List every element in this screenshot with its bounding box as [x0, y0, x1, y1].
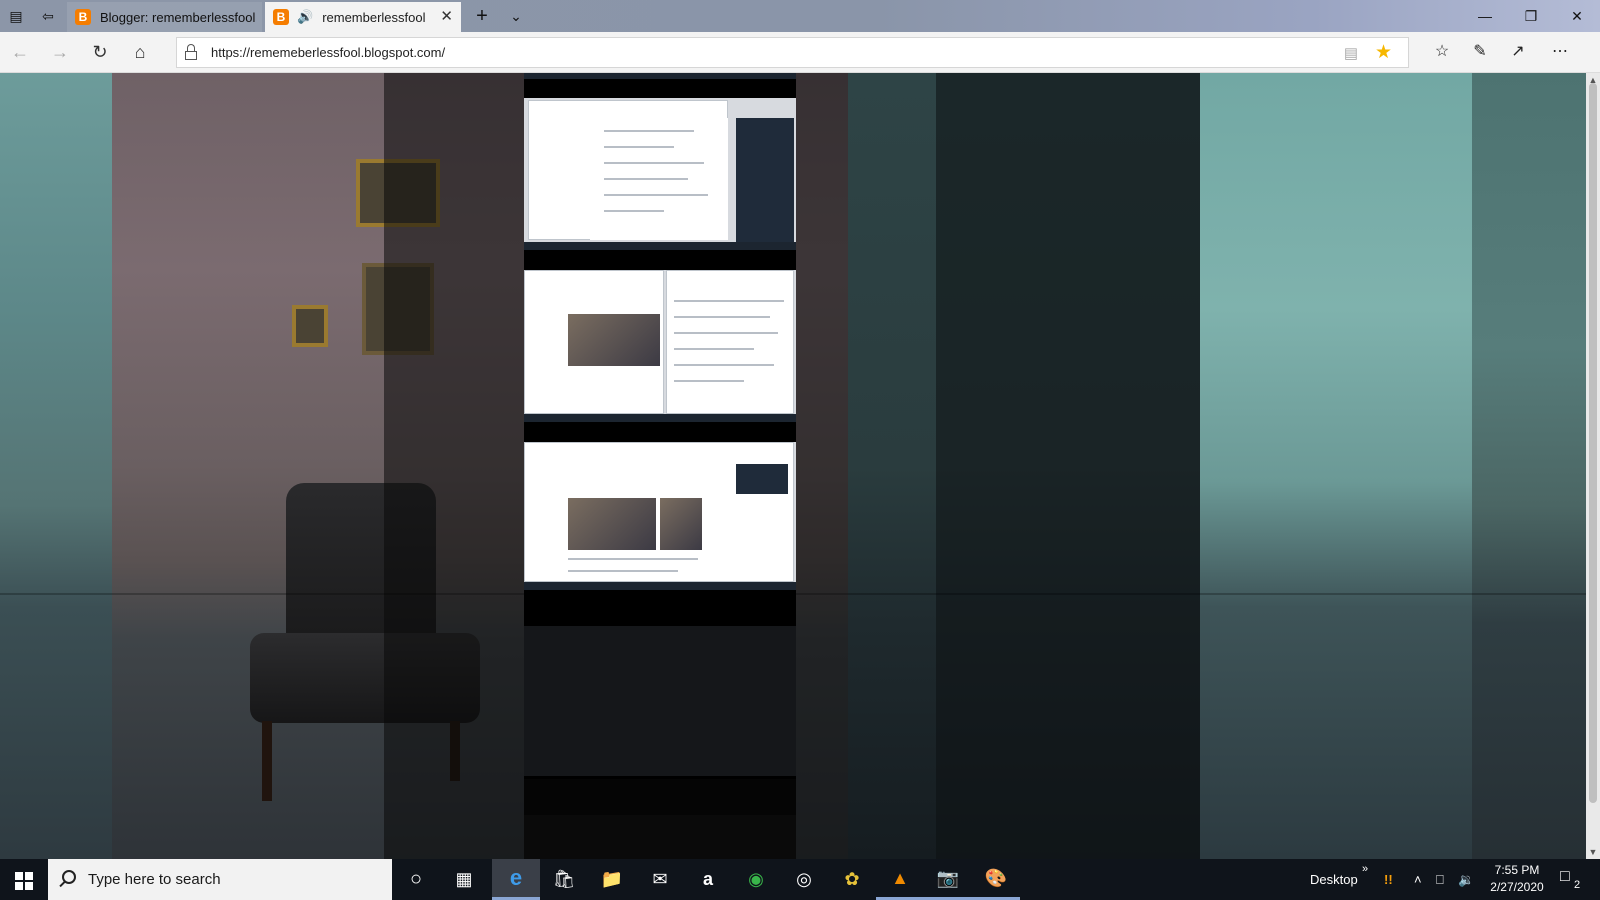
search-icon [62, 870, 76, 884]
windows-taskbar: Type here to search ○ ▦ e 🛍 📁 ✉ a ◉ ◎ ✿ … [0, 859, 1600, 900]
tab-label: rememberlessfool [322, 9, 426, 25]
close-window-button[interactable]: ✕ [1554, 0, 1600, 32]
speaker-icon[interactable]: 🔊 [297, 9, 313, 25]
clock-date: 2/27/2020 [1490, 880, 1544, 894]
set-tabs-aside-icon[interactable]: ⇦ [38, 6, 58, 26]
taskbar-search-box[interactable]: Type here to search [48, 859, 392, 900]
amazon-icon[interactable]: a [684, 859, 732, 900]
background-panel [0, 73, 112, 859]
battery-icon[interactable]: ⎕ [1436, 859, 1444, 900]
tripadvisor-icon[interactable]: ◉ [732, 859, 780, 900]
favorite-star-icon[interactable]: ★ [1375, 41, 1392, 64]
post-spacer [524, 779, 796, 815]
warning-icon[interactable]: !! [1384, 859, 1393, 900]
restore-button[interactable]: ❐ [1508, 0, 1554, 32]
search-placeholder[interactable]: Type here to search [88, 871, 221, 888]
blog-post-column [524, 73, 796, 859]
favorites-hub-icon[interactable]: ☆ [1428, 40, 1456, 64]
web-note-icon[interactable]: ✎ [1466, 40, 1494, 64]
post-image[interactable] [524, 98, 796, 250]
clock-time: 7:55 PM [1494, 863, 1540, 877]
back-button[interactable]: ← [6, 40, 34, 64]
new-tab-icon[interactable]: + [472, 6, 492, 26]
tab-actions-icon[interactable]: ▤ [6, 6, 26, 26]
desktop-toolbar-label[interactable]: Desktop [1310, 859, 1358, 900]
post-image[interactable] [524, 442, 796, 590]
post-image-edge [524, 815, 796, 859]
scroll-down-arrow-icon[interactable]: ▼ [1586, 845, 1600, 859]
color-app-icon[interactable]: ✿ [828, 859, 876, 900]
close-tab-icon[interactable]: ✕ [440, 8, 453, 26]
scroll-thumb[interactable] [1589, 83, 1597, 803]
navigation-bar: ← → ↻ ⌂ https://rememeberlessfool.blogsp… [0, 32, 1600, 73]
page-scrollbar[interactable]: ▲ ▼ [1586, 73, 1600, 859]
paint-icon[interactable]: 🎨 [972, 859, 1020, 900]
url-text[interactable]: https://rememeberlessfool.blogspot.com/ [211, 45, 445, 60]
tab-blogger-dashboard[interactable]: B Blogger: rememberlessfool [67, 2, 262, 32]
sidebar-shade [936, 73, 1200, 859]
system-clock[interactable]: 7:55 PM 2/27/2020 [1472, 862, 1562, 896]
start-button[interactable] [0, 859, 48, 900]
share-icon[interactable]: ↗ [1504, 40, 1532, 64]
camera-icon[interactable]: 📷 [924, 859, 972, 900]
address-bar[interactable]: https://rememeberlessfool.blogspot.com/ … [176, 37, 1409, 68]
background-panel [1472, 73, 1586, 859]
post-image-edge [524, 73, 796, 79]
refresh-button[interactable]: ↻ [86, 40, 114, 64]
forward-button[interactable]: → [46, 40, 74, 64]
mail-icon[interactable]: ✉ [636, 859, 684, 900]
media-player-icon[interactable]: ◎ [780, 859, 828, 900]
action-center-icon[interactable]: □ [1560, 868, 1570, 886]
background-room-image [1200, 73, 1472, 859]
home-button[interactable]: ⌂ [126, 40, 154, 64]
show-hidden-icons-chevron-icon[interactable]: ˄ [1414, 859, 1422, 900]
post-image[interactable] [524, 270, 796, 422]
vlc-player-icon[interactable]: ▲ [876, 859, 924, 900]
cortana-icon[interactable]: ○ [392, 859, 440, 900]
blogger-icon: B [75, 9, 91, 25]
file-explorer-icon[interactable]: 📁 [588, 859, 636, 900]
blog-page [0, 73, 1586, 859]
edge-browser-icon[interactable]: e [492, 859, 540, 900]
post-spacer [524, 590, 796, 626]
microsoft-store-icon[interactable]: 🛍 [540, 859, 588, 900]
toolbar-expand-icon[interactable]: » [1362, 849, 1368, 890]
tab-blog[interactable]: B 🔊 rememberlessfool ✕ [265, 2, 461, 32]
browser-title-bar: ▤ ⇦ B Blogger: rememberlessfool B 🔊 reme… [0, 0, 1600, 32]
more-menu-icon[interactable]: ⋯ [1546, 40, 1574, 64]
tab-preview-chevron-icon[interactable]: ⌄ [506, 6, 526, 26]
blogger-icon: B [273, 9, 289, 25]
notification-count-badge: 2 [1574, 879, 1581, 891]
task-view-icon[interactable]: ▦ [440, 859, 488, 900]
minimize-button[interactable]: — [1462, 0, 1508, 32]
wall-painting [292, 305, 328, 347]
post-image-placeholder [524, 626, 796, 776]
reading-view-icon[interactable]: ▤ [1344, 44, 1358, 62]
lock-icon[interactable] [185, 44, 197, 60]
tab-label: Blogger: rememberlessfool [100, 9, 256, 25]
